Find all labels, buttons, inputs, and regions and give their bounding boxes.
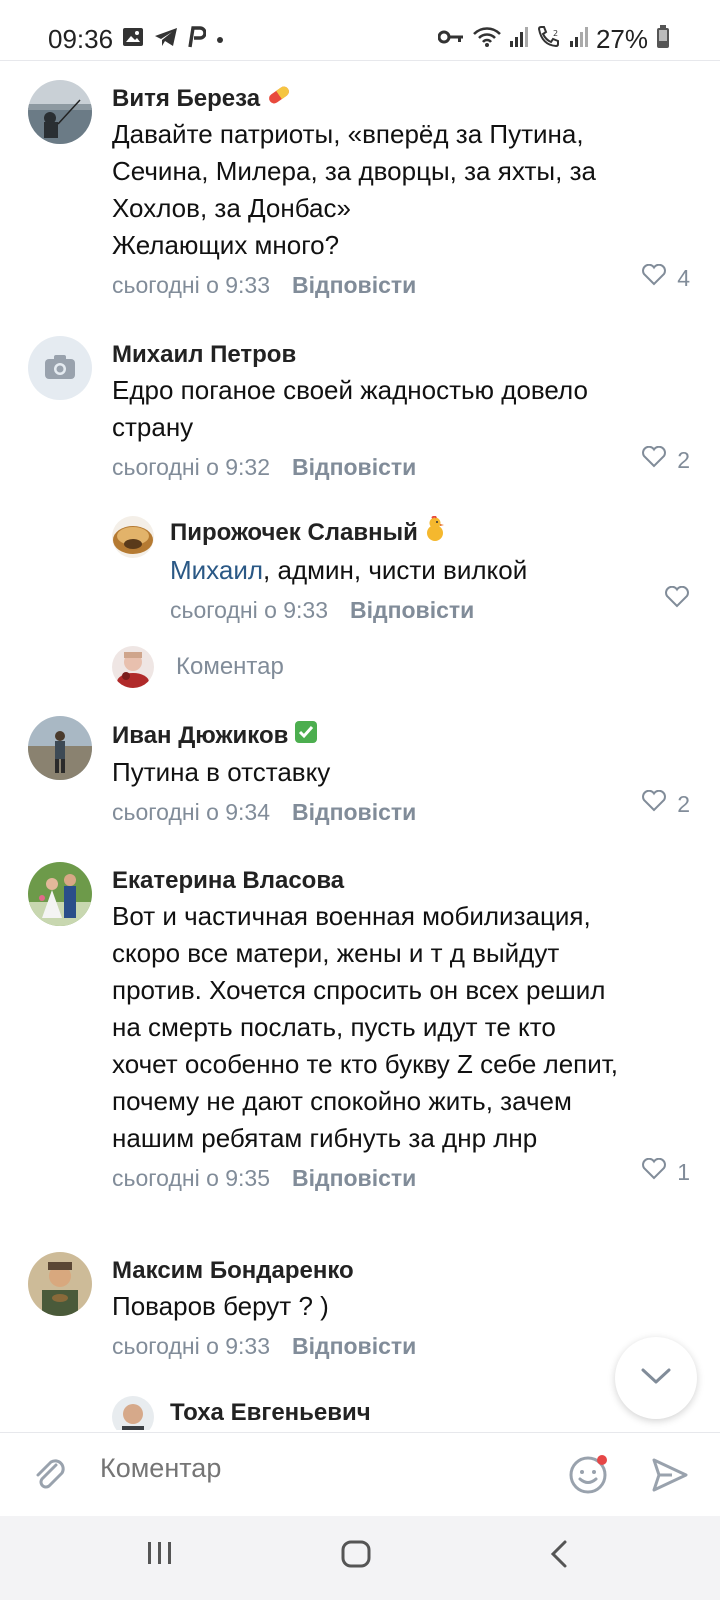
volte-call-icon: 2 xyxy=(536,26,562,53)
reply-button[interactable]: Відповісти xyxy=(350,597,474,624)
comment-time: сьогодні о 9:33 xyxy=(112,271,271,298)
reply-button[interactable]: Відповісти xyxy=(292,454,416,481)
avatar[interactable] xyxy=(112,1396,154,1430)
like-button[interactable] xyxy=(664,585,690,614)
reply-button[interactable]: Відповісти xyxy=(292,272,416,299)
chevron-down-icon xyxy=(640,1366,672,1391)
comment-text: Давайте патриоты, «вперёд за Путина, Сеч… xyxy=(112,119,596,260)
avatar[interactable] xyxy=(28,862,92,926)
reply-button[interactable]: Відповісти xyxy=(292,1333,416,1360)
signal-icon xyxy=(509,27,528,52)
check-mark-emoji-icon xyxy=(294,720,318,752)
heart-icon xyxy=(641,1157,667,1186)
chick-emoji-icon xyxy=(424,515,446,550)
heart-icon xyxy=(664,585,690,614)
heart-icon xyxy=(641,445,667,474)
comment-author[interactable]: Михаил Петров xyxy=(112,340,296,370)
paperclip-icon[interactable] xyxy=(30,1455,70,1500)
like-button[interactable]: 2 xyxy=(641,445,690,474)
heart-icon xyxy=(641,789,667,818)
comment-text: Вот и частичная военная мобилизация, ско… xyxy=(112,901,619,1153)
wifi-icon xyxy=(472,26,502,53)
comment-time: сьогодні о 9:34 xyxy=(112,798,271,825)
avatar[interactable] xyxy=(112,516,154,558)
comment-time: сьогодні о 9:35 xyxy=(112,1164,271,1191)
comment-author[interactable]: Екатерина Власова xyxy=(112,866,344,896)
comments-feed[interactable]: Витя Береза Давайте патриоты, «вперёд за… xyxy=(0,60,720,1430)
battery-icon xyxy=(656,25,670,54)
avatar[interactable] xyxy=(28,716,92,780)
key-icon xyxy=(437,29,464,50)
like-count: 2 xyxy=(677,446,690,473)
comment-author[interactable]: Витя Береза xyxy=(112,84,260,114)
signal-2-icon xyxy=(569,27,588,52)
emoji-icon[interactable] xyxy=(568,1451,614,1502)
thread-reply-placeholder: Коментар xyxy=(176,653,284,680)
avatar xyxy=(112,646,154,688)
reply-button[interactable]: Відповісти xyxy=(292,799,416,826)
mention-link[interactable]: Михаил xyxy=(170,555,263,585)
status-time: 09:36 xyxy=(48,24,114,54)
home-icon[interactable] xyxy=(340,1538,372,1575)
dot-icon xyxy=(216,31,224,49)
avatar[interactable] xyxy=(28,80,92,144)
comment-composer xyxy=(0,1432,720,1516)
system-nav-bar xyxy=(0,1516,720,1600)
comment-author[interactable]: Тоха Евгеньевич xyxy=(170,1398,371,1428)
comment-author[interactable]: Иван Дюжиков xyxy=(112,721,288,751)
telegram-icon xyxy=(154,27,178,52)
comment-time: сьогодні о 9:32 xyxy=(112,453,271,480)
comment-time: сьогодні о 9:33 xyxy=(170,596,329,623)
recent-apps-icon[interactable] xyxy=(146,1538,174,1573)
comment-text: Михаил, админ, чисти вилкой xyxy=(170,555,528,585)
like-count: 4 xyxy=(677,264,690,291)
pill-emoji-icon xyxy=(266,84,292,114)
reply-button[interactable]: Відповісти xyxy=(292,1165,416,1192)
p-app-icon xyxy=(188,26,207,53)
like-button[interactable]: 1 xyxy=(641,1157,690,1186)
back-icon[interactable] xyxy=(548,1538,570,1575)
thread-reply-input[interactable]: Коментар xyxy=(112,646,284,688)
gallery-icon xyxy=(122,27,144,52)
comment-text: Поваров берут ? ) xyxy=(112,1291,329,1321)
comment-author[interactable]: Пирожочек Славный xyxy=(170,518,418,548)
scroll-down-button[interactable] xyxy=(615,1337,697,1419)
comment-input[interactable] xyxy=(100,1453,520,1484)
comment-text: Путина в отставку xyxy=(112,757,331,787)
like-count: 1 xyxy=(677,1158,690,1185)
battery-percent: 27% xyxy=(595,24,648,54)
heart-icon xyxy=(641,263,667,292)
svg-text:2: 2 xyxy=(553,29,558,38)
comment-time: сьогодні о 9:33 xyxy=(112,1332,271,1359)
like-count: 2 xyxy=(677,790,690,817)
like-button[interactable]: 4 xyxy=(641,263,690,292)
like-button[interactable]: 2 xyxy=(641,789,690,818)
avatar[interactable] xyxy=(28,1252,92,1316)
comment-author[interactable]: Максим Бондаренко xyxy=(112,1256,354,1286)
camera-placeholder-icon xyxy=(44,354,76,385)
comment-text: Едро поганое своей жадностью довело стра… xyxy=(112,375,588,442)
avatar[interactable] xyxy=(28,336,92,400)
send-icon[interactable] xyxy=(650,1455,690,1500)
